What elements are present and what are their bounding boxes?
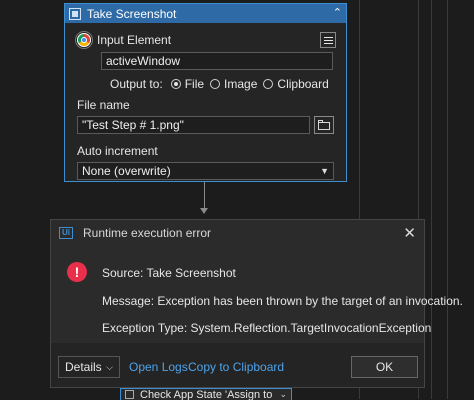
option-label-clipboard: Clipboard: [277, 77, 328, 91]
input-element-label: Input Element: [97, 33, 320, 47]
details-dropdown-button[interactable]: Details ⌵: [58, 356, 120, 378]
check-app-state-activity[interactable]: Check App State 'Assign to ⌄: [120, 388, 292, 400]
ok-button[interactable]: OK: [351, 356, 418, 378]
error-message: Message: Exception has been thrown by th…: [102, 294, 463, 308]
screenshot-icon: [69, 8, 81, 20]
radio-file[interactable]: [171, 79, 181, 89]
chevron-down-icon: ⌵: [106, 362, 113, 373]
flow-arrow-icon: [200, 208, 208, 214]
folder-icon: [318, 122, 330, 130]
next-activity-title: Check App State 'Assign to: [140, 389, 279, 400]
browse-folder-button[interactable]: [314, 116, 334, 134]
error-exception-type: Exception Type: System.Reflection.Target…: [102, 321, 431, 335]
auto-increment-select[interactable]: None (overwrite) ▼: [77, 162, 334, 180]
radio-image[interactable]: [210, 79, 220, 89]
auto-increment-label: Auto increment: [77, 144, 158, 158]
uipath-logo-icon: Ui: [59, 227, 73, 239]
details-label: Details: [65, 360, 102, 374]
close-icon[interactable]: ✕: [403, 226, 416, 241]
file-name-label: File name: [77, 98, 130, 112]
input-element-row: Input Element: [77, 30, 336, 50]
radio-clipboard[interactable]: [263, 79, 273, 89]
check-app-state-icon: [125, 390, 134, 399]
collapse-icon[interactable]: ⌃: [333, 8, 342, 19]
window-field[interactable]: activeWindow: [101, 52, 333, 70]
take-screenshot-activity[interactable]: Take Screenshot ⌃ Input Element activeWi…: [64, 3, 347, 182]
output-option-clipboard[interactable]: Clipboard: [263, 77, 328, 91]
output-option-file[interactable]: File: [171, 77, 204, 91]
copy-to-clipboard-link[interactable]: Copy to Clipboard: [188, 360, 284, 374]
canvas-guide-line: [447, 0, 448, 399]
option-label-file: File: [185, 77, 204, 91]
file-name-field[interactable]: "Test Step # 1.png": [77, 116, 310, 134]
auto-increment-value: None (overwrite): [82, 164, 171, 178]
hamburger-menu-icon[interactable]: [320, 32, 336, 48]
output-to-row: Output to: File Image Clipboard: [110, 77, 335, 91]
error-source: Source: Take Screenshot: [102, 266, 236, 280]
option-label-image: Image: [224, 77, 257, 91]
activity-title: Take Screenshot: [87, 7, 333, 21]
expand-icon[interactable]: ⌄: [279, 389, 287, 400]
open-logs-link[interactable]: Open Logs: [129, 360, 188, 374]
chrome-icon: [77, 33, 91, 47]
error-icon: !: [67, 262, 87, 282]
dialog-footer: Details ⌵ Open Logs Copy to Clipboard OK: [51, 343, 424, 387]
activity-header[interactable]: Take Screenshot ⌃: [65, 4, 346, 23]
runtime-error-dialog: Ui Runtime execution error ✕ ! Source: T…: [50, 219, 425, 388]
flow-connector: [204, 182, 205, 210]
chevron-down-icon: ▼: [320, 166, 329, 176]
canvas-guide-line: [431, 0, 432, 399]
output-to-label: Output to:: [110, 77, 163, 91]
dialog-title: Runtime execution error: [83, 226, 403, 240]
output-option-image[interactable]: Image: [210, 77, 257, 91]
dialog-titlebar: Ui Runtime execution error ✕: [51, 220, 424, 246]
